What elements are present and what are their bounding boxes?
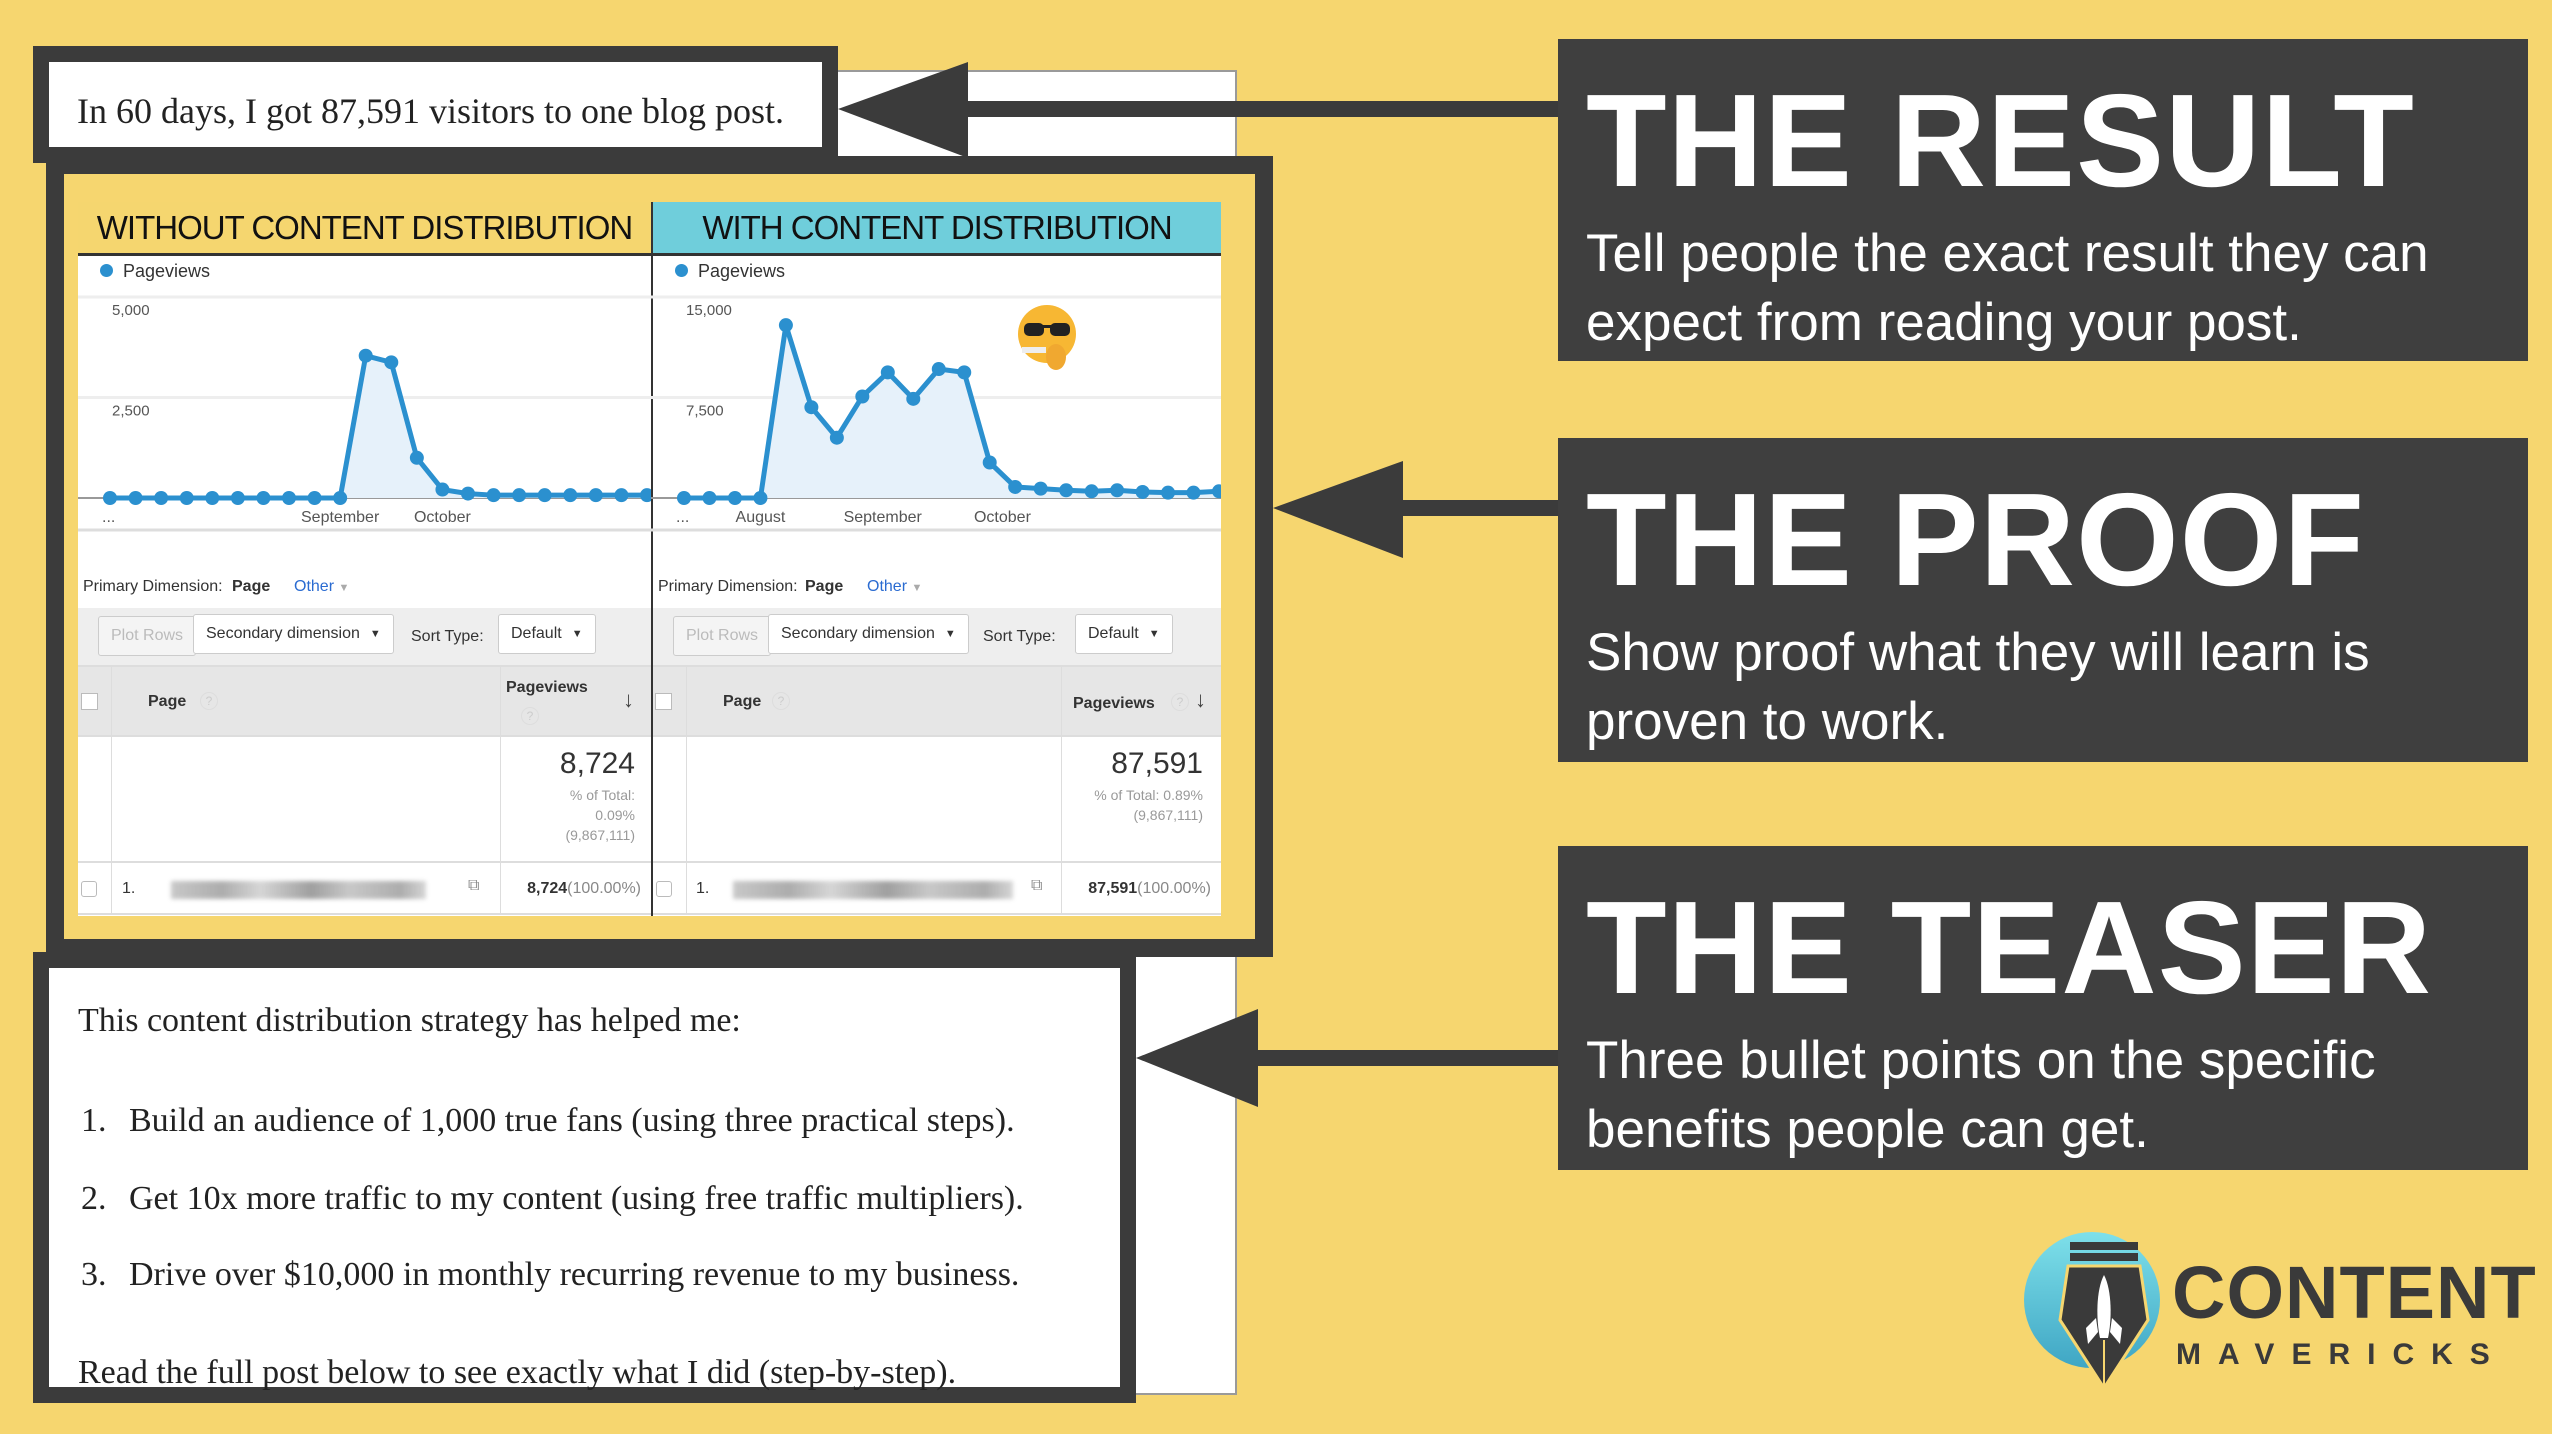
x-tick-label: August — [736, 509, 786, 526]
data-point — [103, 491, 117, 505]
data-point — [982, 455, 997, 470]
area-fill — [110, 355, 647, 498]
data-point — [1135, 484, 1150, 499]
result-arrow-shaft — [960, 101, 1560, 117]
data-point — [358, 348, 373, 363]
data-point — [753, 491, 768, 505]
cool-smoking-emoji-icon — [1016, 303, 1078, 373]
data-point — [727, 491, 742, 505]
content-mavericks-logo: CONTENT MAVERICKS — [2020, 1220, 2536, 1390]
data-point — [778, 318, 793, 333]
data-point — [1084, 484, 1099, 499]
data-point — [179, 491, 194, 505]
y-tick-label: 5,000 — [112, 302, 150, 319]
callout-teaser: THE TEASER Three bullet points on the sp… — [1558, 846, 2528, 1170]
x-tick-label: September — [301, 509, 380, 526]
data-point — [702, 491, 717, 505]
callout-teaser-line1: Three bullet points on the specific — [1586, 1031, 2376, 1090]
data-point — [1059, 483, 1074, 498]
data-point — [880, 365, 895, 380]
data-point — [384, 355, 399, 370]
callout-proof: THE PROOF Show proof what they will lear… — [1558, 438, 2528, 762]
callout-proof-line1: Show proof what they will learn is — [1586, 623, 2370, 682]
data-point — [512, 488, 527, 503]
pageviews-chart-with: 7,500 15,000... August September October — [651, 295, 1221, 532]
data-point — [677, 491, 691, 505]
result-arrow-head — [838, 62, 968, 158]
y-tick-label: 15,000 — [686, 302, 732, 319]
data-point — [1033, 481, 1048, 496]
data-point — [307, 491, 322, 505]
x-tick-label: September — [844, 509, 923, 526]
callout-result-title: THE RESULT — [1586, 67, 2415, 214]
data-point — [409, 450, 424, 465]
data-point — [829, 430, 844, 445]
data-point — [588, 488, 603, 503]
data-point — [230, 491, 245, 505]
callout-result: THE RESULT Tell people the exact result … — [1558, 39, 2528, 361]
data-point — [128, 491, 143, 505]
callout-proof-title: THE PROOF — [1586, 466, 2366, 613]
logo-text-mavericks: MAVERICKS — [2176, 1338, 2507, 1371]
data-point — [154, 491, 169, 505]
data-point — [614, 488, 629, 503]
data-point — [282, 491, 296, 505]
data-point — [256, 491, 271, 505]
data-point — [461, 486, 475, 501]
data-point — [486, 488, 501, 503]
data-point — [1110, 483, 1125, 498]
callout-proof-line2: proven to work. — [1586, 692, 1949, 751]
callout-teaser-title: THE TEASER — [1586, 874, 2433, 1021]
callout-result-line2: expect from reading your post. — [1586, 293, 2302, 352]
callout-teaser-line2: benefits people can get. — [1586, 1100, 2149, 1159]
x-tick-label: October — [974, 509, 1032, 526]
data-point — [957, 365, 972, 380]
data-point — [931, 362, 946, 377]
pen-rocket-icon — [2024, 1232, 2160, 1390]
callout-result-line1: Tell people the exact result they can — [1586, 224, 2429, 283]
y-tick-label: 7,500 — [686, 403, 724, 420]
callout-teaser-text: Three bullet points on the specific benef… — [1586, 1026, 2516, 1164]
x-tick-label: ... — [676, 509, 689, 526]
teaser-arrow-head — [1136, 1009, 1258, 1107]
proof-arrow-shaft — [1395, 500, 1560, 516]
proof-arrow-head — [1273, 461, 1403, 558]
logo-text-content: CONTENT — [2172, 1251, 2537, 1334]
data-point — [563, 488, 578, 503]
data-point — [435, 482, 450, 497]
callout-proof-text: Show proof what they will learn is proven… — [1586, 618, 2516, 756]
data-point — [640, 488, 651, 503]
x-tick-label: October — [414, 509, 472, 526]
y-tick-label: 2,500 — [112, 403, 150, 420]
data-point — [1161, 485, 1176, 500]
data-point — [855, 389, 870, 404]
data-point — [205, 491, 220, 505]
data-point — [1008, 479, 1023, 494]
data-point — [1186, 485, 1201, 500]
data-point — [333, 491, 348, 505]
data-point — [537, 488, 552, 503]
data-point — [906, 391, 921, 406]
callout-result-text: Tell people the exact result they can exp… — [1586, 219, 2516, 357]
pageviews-chart-without: 2,500 5,000... September October — [78, 295, 651, 532]
data-point — [804, 400, 819, 415]
teaser-arrow-shaft — [1250, 1050, 1560, 1066]
x-tick-label: ... — [102, 509, 115, 526]
